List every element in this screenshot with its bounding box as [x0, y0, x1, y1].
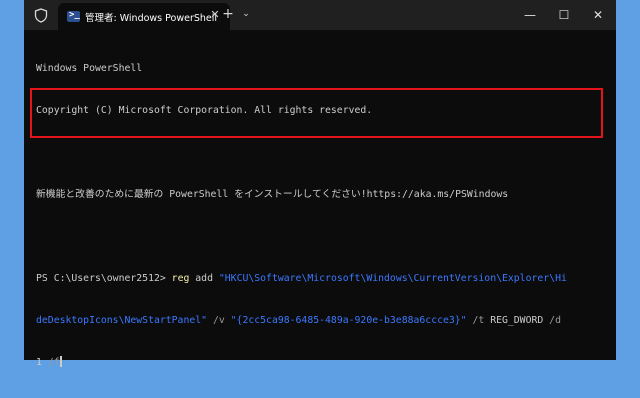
install-notice: 新機能と改善のために最新の PowerShell をインストールしてください!h… [36, 189, 509, 200]
text-cursor [59, 356, 62, 367]
terminal-window: >_ 管理者: Windows PowerShell ✕ + ⌄ — ☐ ✕ W… [24, 0, 616, 368]
prompt: PS C:\Users\owner2512> [36, 273, 172, 284]
flag-f: /f [41, 357, 60, 368]
plus-icon[interactable]: + [220, 6, 236, 22]
chevron-down-icon[interactable]: ⌄ [240, 7, 252, 21]
command-name: reg [171, 273, 190, 284]
tab-powershell[interactable]: >_ 管理者: Windows PowerShell ✕ [58, 3, 230, 30]
maximize-icon[interactable]: ☐ [548, 0, 580, 30]
key-path-continued: deDesktopIcons\NewStartPanel" [36, 315, 208, 326]
key-path: "HKCU\Software\Microsoft\Windows\Current… [218, 273, 567, 284]
highlight-box [30, 88, 603, 138]
command-line-3: 1 /f [36, 356, 606, 370]
type-value: REG_DWORD [490, 315, 544, 326]
value-name: "{2cc5ca98-6485-489a-920e-b3e88a6ccce3}" [230, 315, 467, 326]
flag-v: /v [207, 315, 231, 326]
close-window-icon[interactable]: ✕ [582, 0, 614, 30]
command-line-1: PS C:\Users\owner2512> reg add "HKCU\Sof… [36, 272, 606, 286]
shield-icon [34, 8, 48, 23]
flag-t: /t [466, 315, 491, 326]
tab-title: 管理者: Windows PowerShell [85, 13, 218, 24]
title-bar[interactable]: >_ 管理者: Windows PowerShell ✕ + ⌄ — ☐ ✕ [24, 0, 616, 30]
flag-d: /d [543, 315, 561, 326]
powershell-icon: >_ [67, 10, 80, 22]
command-line-2: deDesktopIcons\NewStartPanel" /v "{2cc5c… [36, 314, 606, 328]
command-subcommand: add [189, 273, 219, 284]
banner-line: Windows PowerShell [36, 63, 143, 74]
minimize-icon[interactable]: — [514, 0, 546, 30]
